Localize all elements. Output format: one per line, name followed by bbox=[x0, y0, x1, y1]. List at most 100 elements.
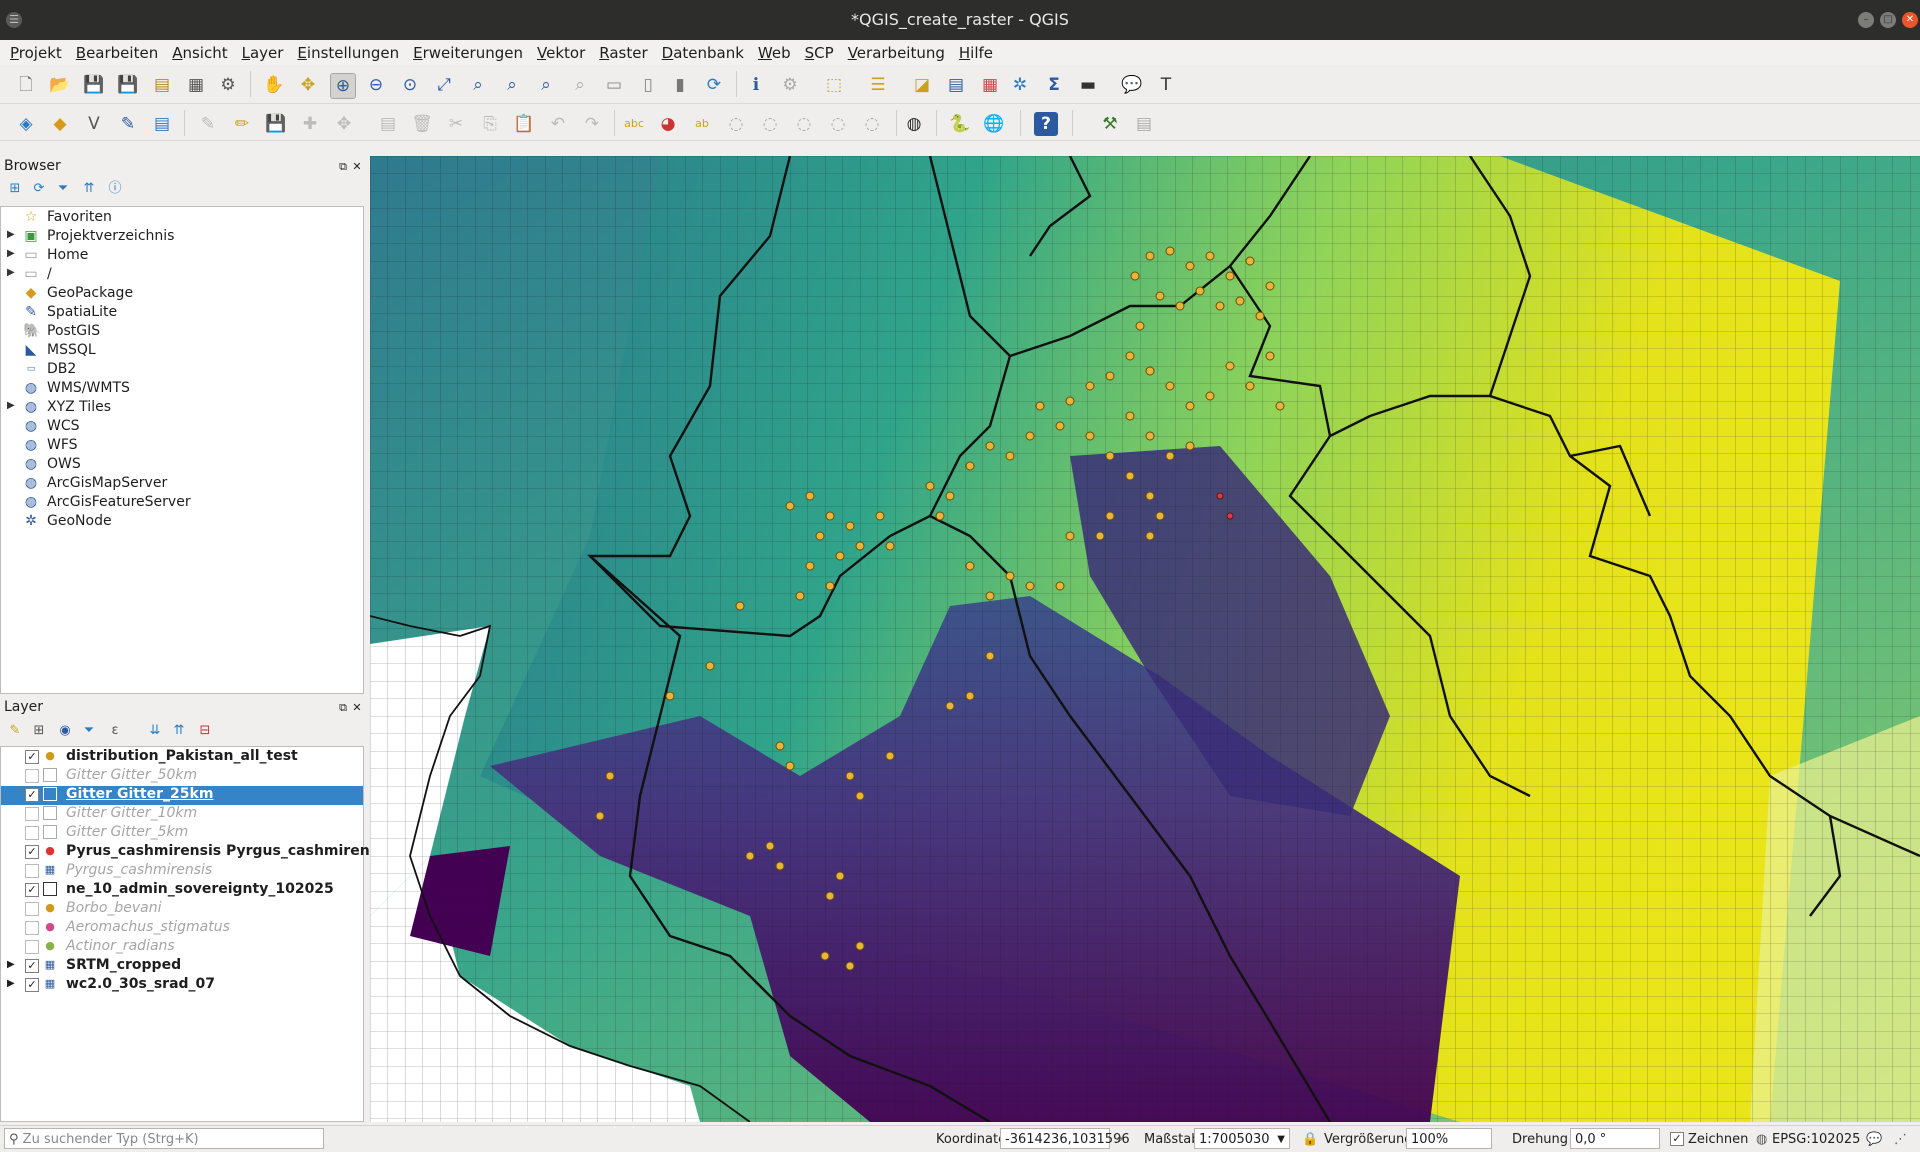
attribute-table-icon[interactable]: ▤ bbox=[944, 73, 968, 97]
layer-visibility-checkbox[interactable] bbox=[25, 921, 39, 935]
save-project-icon[interactable]: 💾 bbox=[82, 73, 106, 97]
coordinate-field[interactable]: -3614236,1031596 bbox=[1000, 1128, 1130, 1149]
metasearch-globe-icon[interactable]: 🌐 bbox=[982, 112, 1006, 136]
layer-visibility-checkbox[interactable] bbox=[25, 902, 39, 916]
toggle-extents-icon[interactable]: ⌖ bbox=[1116, 1132, 1123, 1147]
layer-row[interactable]: ✓ ne_10_admin_sovereignty_102025 bbox=[1, 881, 363, 900]
temporal-controller-icon[interactable]: ▯ bbox=[636, 73, 660, 97]
layer-row[interactable]: ▶ ✓ ▦ wc2.0_30s_srad_07 bbox=[1, 976, 363, 995]
collapse-all-icon[interactable]: ⇈ bbox=[170, 722, 188, 740]
copy-features-icon[interactable]: ⎘ bbox=[478, 112, 502, 136]
select-by-value-icon[interactable]: ☰ bbox=[866, 73, 890, 97]
zoom-to-layer-icon[interactable]: ⌕ bbox=[500, 73, 524, 97]
label-show-hide-icon[interactable]: ◌ bbox=[724, 112, 748, 136]
expand-arrow-icon[interactable]: ▶ bbox=[7, 400, 15, 411]
label-move-icon[interactable]: ◌ bbox=[758, 112, 782, 136]
menu-vektor[interactable]: Vektor bbox=[537, 44, 585, 62]
menu-erweiterungen[interactable]: Erweiterungen bbox=[413, 44, 523, 62]
label-change-icon[interactable]: ◌ bbox=[826, 112, 850, 136]
menu-ansicht[interactable]: Ansicht bbox=[172, 44, 227, 62]
add-selected-layers-icon[interactable]: ⊞ bbox=[6, 180, 24, 198]
expand-arrow-icon[interactable]: ▶ bbox=[7, 959, 15, 970]
zoom-out-icon[interactable]: ⊖ bbox=[364, 73, 388, 97]
label-pin-icon[interactable]: ab bbox=[690, 112, 714, 136]
crs-globe-icon[interactable]: ◍ bbox=[1756, 1132, 1767, 1147]
close-button[interactable]: ✕ bbox=[1902, 12, 1918, 28]
python-console-icon[interactable]: 🐍 bbox=[948, 112, 972, 136]
expand-arrow-icon[interactable]: ▶ bbox=[7, 267, 15, 278]
layer-visibility-checkbox[interactable]: ✓ bbox=[25, 750, 39, 764]
layer-visibility-checkbox[interactable]: ✓ bbox=[25, 959, 39, 973]
statistics-icon[interactable]: ▦ bbox=[978, 73, 1002, 97]
diagram-tool-icon[interactable]: ◕ bbox=[656, 112, 680, 136]
maximize-button[interactable]: □ bbox=[1880, 12, 1896, 28]
pan-to-selection-icon[interactable]: ✥ bbox=[296, 73, 320, 97]
layer-visibility-checkbox[interactable] bbox=[25, 826, 39, 840]
layer-visibility-checkbox[interactable] bbox=[25, 940, 39, 954]
save-as-icon[interactable]: 💾 bbox=[116, 73, 140, 97]
close-panel-icon[interactable]: ✕ bbox=[348, 699, 366, 717]
virtual-layer-icon[interactable]: ▤ bbox=[150, 112, 174, 136]
field-calculator-icon[interactable]: Σ bbox=[1042, 73, 1066, 97]
layer-row[interactable]: Gitter Gitter_10km bbox=[1, 805, 363, 824]
render-checkbox[interactable]: ✓ bbox=[1670, 1132, 1684, 1146]
zoom-last-icon[interactable]: ⌕ bbox=[568, 73, 592, 97]
help-icon[interactable]: ? bbox=[1034, 112, 1058, 136]
rotation-spinbox[interactable]: 0,0 ° bbox=[1570, 1128, 1660, 1149]
scp-plugin-icon[interactable]: ◍ bbox=[902, 112, 926, 136]
select-features-icon[interactable]: ⬚ bbox=[822, 73, 846, 97]
close-panel-icon[interactable]: ✕ bbox=[348, 158, 366, 176]
zoom-native-icon[interactable]: ⌕ bbox=[534, 73, 558, 97]
plugin-tool-icon[interactable]: ⚒ bbox=[1098, 112, 1122, 136]
filter-icon[interactable]: ⏷ bbox=[80, 722, 98, 740]
redo-icon[interactable]: ↷ bbox=[580, 112, 604, 136]
style-icon[interactable]: ✎ bbox=[6, 722, 24, 740]
data-source-manager-icon[interactable]: ◈ bbox=[14, 112, 38, 136]
layer-visibility-checkbox[interactable]: ✓ bbox=[25, 845, 39, 859]
layer-row[interactable]: ✓ ● Pyrus_cashmirensis Pyrgus_cashmirensis bbox=[1, 843, 391, 862]
menu-web[interactable]: Web bbox=[758, 44, 791, 62]
style-manager-icon[interactable]: ⚙ bbox=[216, 73, 240, 97]
menu-raster[interactable]: Raster bbox=[599, 44, 647, 62]
collapse-all-icon[interactable]: ⇈ bbox=[80, 180, 98, 198]
current-edits-icon[interactable]: ✎ bbox=[196, 112, 220, 136]
label-rotate-icon[interactable]: ◌ bbox=[792, 112, 816, 136]
map-canvas[interactable] bbox=[370, 156, 1920, 1122]
cut-features-icon[interactable]: ✂ bbox=[444, 112, 468, 136]
add-feature-icon[interactable]: ✚ bbox=[298, 112, 322, 136]
properties-info-icon[interactable]: ⓘ bbox=[106, 180, 124, 198]
open-project-icon[interactable]: 📂 bbox=[48, 73, 72, 97]
remove-layer-icon[interactable]: ⊟ bbox=[196, 722, 214, 740]
new-project-icon[interactable]: 🗋 bbox=[14, 73, 38, 97]
label-properties-icon[interactable]: ◌ bbox=[860, 112, 884, 136]
layer-row[interactable]: Gitter Gitter_50km bbox=[1, 767, 363, 786]
messages-icon[interactable]: 💬 bbox=[1866, 1132, 1882, 1147]
run-action-icon[interactable]: ⚙ bbox=[778, 73, 802, 97]
new-print-layout-icon[interactable]: ▤ bbox=[150, 73, 174, 97]
save-edits-icon[interactable]: 💾 bbox=[264, 112, 288, 136]
layer-row[interactable]: ● Aeromachus_stigmatus bbox=[1, 919, 363, 938]
minimize-button[interactable]: – bbox=[1858, 12, 1874, 28]
menu-scp[interactable]: SCP bbox=[805, 44, 834, 62]
map-tips-icon[interactable]: 💬 bbox=[1120, 73, 1144, 97]
measure-line-icon[interactable]: ▬ bbox=[1076, 73, 1100, 97]
paste-features-icon[interactable]: 📋 bbox=[512, 112, 536, 136]
layer-row[interactable]: ▦ Pyrgus_cashmirensis bbox=[1, 862, 363, 881]
pan-icon[interactable]: ✋ bbox=[262, 73, 286, 97]
new-spatialite-icon[interactable]: ✎ bbox=[116, 112, 140, 136]
layer-row-selected[interactable]: ✓ Gitter Gitter_25km bbox=[1, 786, 363, 805]
undo-icon[interactable]: ↶ bbox=[546, 112, 570, 136]
add-group-icon[interactable]: ⊞ bbox=[30, 722, 48, 740]
magnifier-spinbox[interactable]: 100% bbox=[1406, 1128, 1492, 1149]
layer-row[interactable]: ✓ ● distribution_Pakistan_all_test bbox=[1, 748, 363, 767]
map-render[interactable] bbox=[370, 156, 1920, 1122]
bookmark-icon[interactable]: ▮ bbox=[668, 73, 692, 97]
layout-manager-icon[interactable]: ▦ bbox=[184, 73, 208, 97]
layer-row[interactable]: ▶ ✓ ▦ SRTM_cropped bbox=[1, 957, 363, 976]
layer-visibility-checkbox[interactable]: ✓ bbox=[25, 883, 39, 897]
refresh-icon[interactable]: ⟳ bbox=[702, 73, 726, 97]
zoom-in-icon[interactable]: ⊕ bbox=[330, 73, 356, 99]
layer-visibility-checkbox[interactable] bbox=[25, 769, 39, 783]
menu-projekt[interactable]: Projekt bbox=[10, 44, 62, 62]
plugin-tool-2-icon[interactable]: ▤ bbox=[1132, 112, 1156, 136]
